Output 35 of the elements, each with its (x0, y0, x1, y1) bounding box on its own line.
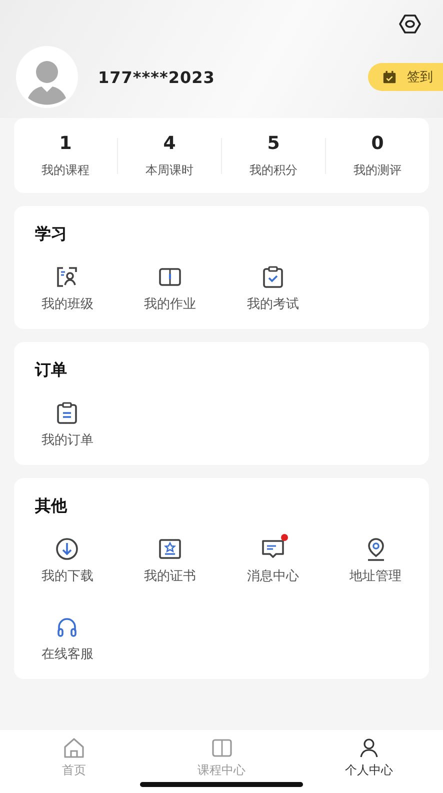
tab[interactable]: 个人中心 (295, 730, 443, 793)
settings-icon[interactable] (398, 12, 422, 36)
menu-item[interactable]: 地址管理 (324, 537, 427, 585)
stat-value[interactable]: 0 (371, 132, 384, 154)
stat-value[interactable]: 1 (59, 132, 72, 154)
menu-item[interactable]: 我的下载 (16, 537, 119, 585)
menu-item[interactable]: 我的订单 (16, 401, 119, 449)
clipboard-icon (55, 401, 80, 425)
section-title: 订单 (35, 360, 68, 381)
book-icon (158, 265, 182, 289)
menu-item[interactable]: 我的班级 (16, 265, 119, 313)
book-icon (210, 736, 234, 760)
stat-label[interactable]: 本周课时 (146, 162, 194, 178)
clipboard-check-icon (260, 265, 285, 289)
stat-label[interactable]: 我的积分 (250, 162, 298, 178)
phone-number: 177****2023 (98, 68, 216, 86)
calendar-icon (382, 70, 397, 84)
headset-icon (55, 615, 80, 639)
class-icon (55, 265, 80, 289)
menu-item[interactable]: 我的考试 (222, 265, 324, 313)
menu-item[interactable]: 我的作业 (118, 265, 222, 313)
stat-value[interactable]: 4 (163, 132, 176, 154)
stat-label[interactable]: 我的课程 (42, 162, 90, 178)
message-icon (260, 537, 285, 561)
stat-label[interactable]: 我的测评 (354, 162, 402, 178)
checkin-button[interactable]: 签到 (368, 63, 443, 91)
section-title: 学习 (35, 224, 68, 245)
stat-value[interactable]: 5 (267, 132, 280, 154)
certificate-icon (158, 537, 182, 561)
section-title: 其他 (35, 496, 68, 517)
menu-item[interactable]: 消息中心 (222, 537, 324, 585)
menu-item[interactable]: 在线客服 (16, 615, 119, 663)
menu-item[interactable]: 我的证书 (118, 537, 222, 585)
download-icon (55, 537, 80, 561)
home-icon (62, 736, 86, 760)
